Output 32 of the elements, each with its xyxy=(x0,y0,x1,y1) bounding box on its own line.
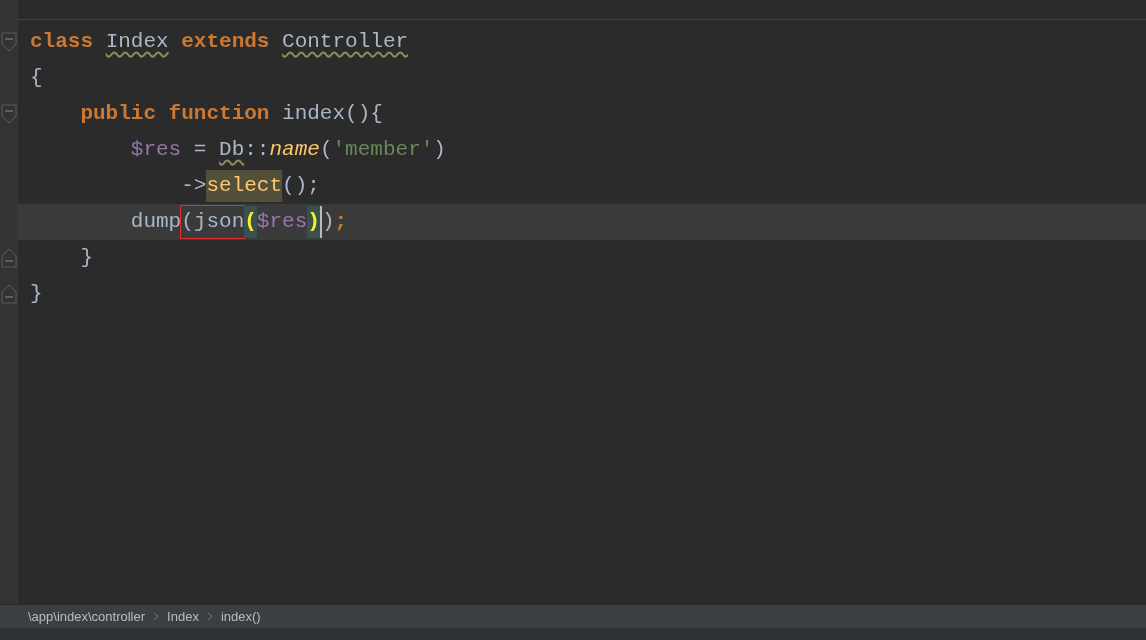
code-token: :: xyxy=(244,137,270,164)
code-token: public function xyxy=(79,101,270,128)
code-token: -> xyxy=(180,173,207,200)
code-token: dump xyxy=(129,209,182,236)
code-token: { xyxy=(30,65,43,92)
chevron-icon xyxy=(206,612,213,621)
code-token: select xyxy=(206,170,283,202)
code-token: ) xyxy=(307,206,320,238)
code-token: index(){ xyxy=(281,101,383,128)
code-token: Db xyxy=(219,137,245,164)
code-token: $res xyxy=(129,137,182,164)
code-token: (); xyxy=(282,173,320,200)
code-token: 'member' xyxy=(332,137,434,164)
code-token: name xyxy=(269,137,320,164)
code-token: class xyxy=(30,29,94,56)
breadcrumb-item[interactable]: \app\index\controller xyxy=(28,606,146,627)
code-token: ( xyxy=(319,137,333,164)
code-token: ( xyxy=(244,206,257,238)
code-token: } xyxy=(79,245,93,272)
code-token: ; xyxy=(334,209,348,236)
code-token: $res xyxy=(256,209,308,236)
breadcrumb-item[interactable]: index() xyxy=(220,606,261,627)
code-token: Index xyxy=(105,29,169,56)
chevron-icon xyxy=(153,612,160,621)
code-token: } xyxy=(30,281,43,308)
code-token: = xyxy=(192,137,208,164)
code-token: (json xyxy=(181,206,245,238)
code-token: Controller xyxy=(282,29,409,56)
code-token: ) xyxy=(433,137,446,164)
code-token: ) xyxy=(319,206,335,238)
breadcrumb-item[interactable]: Index xyxy=(167,606,199,627)
code-token: extends xyxy=(180,29,271,56)
